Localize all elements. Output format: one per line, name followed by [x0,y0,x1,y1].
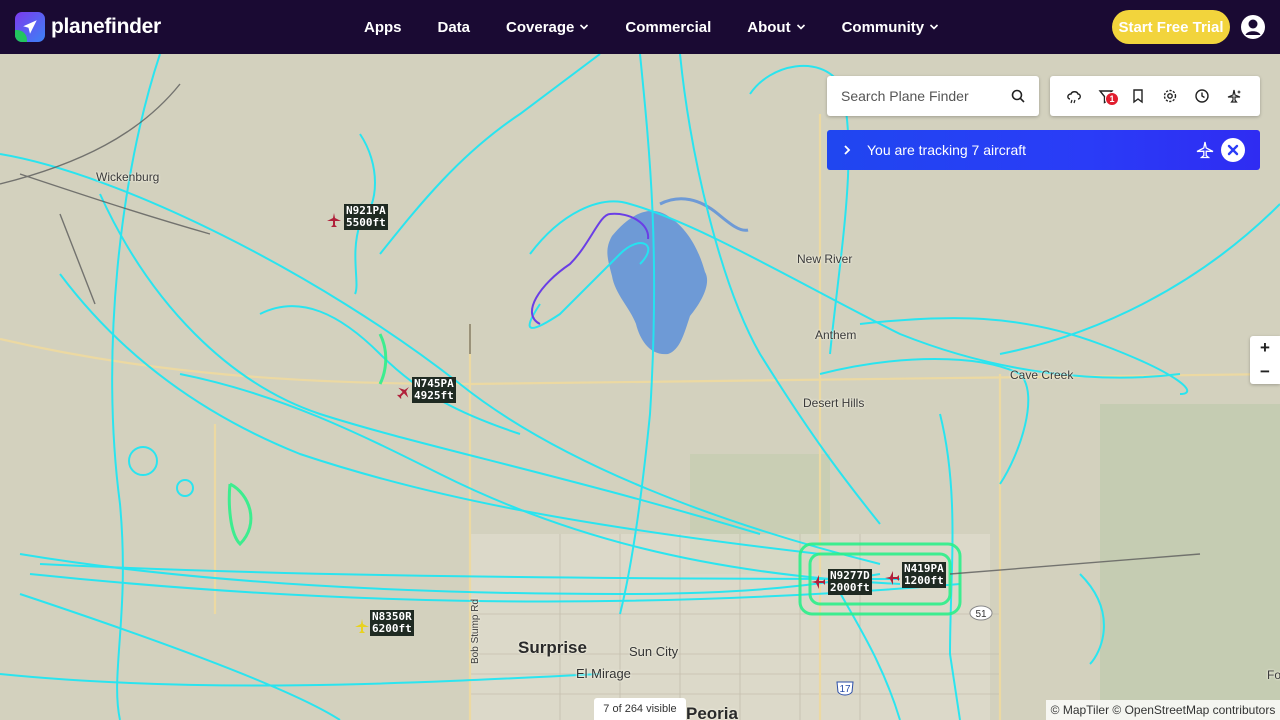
chevron-down-icon [796,24,805,30]
brand-logo[interactable]: planefinder [15,12,161,42]
search-icon[interactable] [1011,89,1025,103]
nav-item-data[interactable]: Data [438,19,471,36]
lake-shape [607,210,708,355]
nav-item-about[interactable]: About [747,19,805,36]
place-label: Cave Creek [1010,368,1074,382]
zoom-control: + − [1250,336,1280,384]
nav-item-coverage[interactable]: Coverage [506,19,589,36]
chevron-right-icon[interactable] [841,144,853,156]
aircraft-icon[interactable] [810,574,826,590]
nav-item-apps[interactable]: Apps [364,19,402,36]
user-account-icon[interactable] [1240,14,1266,40]
place-label: Surprise [518,638,587,657]
flight-sparkle-icon[interactable] [1226,88,1242,104]
map-attribution[interactable]: © MapTiler © OpenStreetMap contributors [1046,700,1280,720]
planefinder-logo-icon [15,12,45,42]
filter-count-badge: 1 [1105,92,1119,106]
bookmark-icon[interactable] [1130,88,1146,104]
aircraft-label[interactable]: N921PA 5500ft [344,204,388,230]
visible-aircraft-count: 7 of 264 visible [594,698,686,720]
aircraft-label[interactable]: N419PA 1200ft [902,562,946,588]
search-input[interactable] [841,88,1001,104]
top-navbar: planefinder Apps Data Coverage Commercia… [0,0,1280,54]
zoom-out-button[interactable]: − [1250,360,1280,384]
place-label: Peoria [686,704,738,720]
chevron-down-icon [930,24,939,30]
aircraft-icon[interactable] [326,212,342,228]
aircraft-label[interactable]: N8350R 6200ft [370,610,414,636]
route-shield-51: 51 [969,605,993,621]
svg-text:51: 51 [975,609,987,620]
aircraft-icon[interactable] [884,570,900,586]
place-label: Wickenburg [96,170,160,184]
place-label: Anthem [815,328,857,342]
nav-item-commercial[interactable]: Commercial [625,19,711,36]
aircraft-label[interactable]: N745PA 4925ft [412,377,456,403]
aircraft-label[interactable]: N9277D 2000ft [828,569,872,595]
svg-text:17: 17 [839,684,851,695]
close-icon [1227,144,1239,156]
map-toolbar [1050,76,1260,116]
chevron-down-icon [580,24,589,30]
start-free-trial-button[interactable]: Start Free Trial [1112,10,1230,44]
history-icon[interactable] [1194,88,1210,104]
search-box [827,76,1039,116]
place-label: Desert Hills [803,396,865,410]
place-label: Sun City [629,644,679,659]
place-label: New River [797,252,853,266]
close-tracking-button[interactable] [1221,138,1245,162]
place-label: El Mirage [576,666,631,681]
road-label: Bob Stump Rd [470,598,481,664]
zoom-in-button[interactable]: + [1250,336,1280,360]
settings-icon[interactable] [1162,88,1178,104]
tracked-plane-icon [1196,141,1214,159]
nav-item-community[interactable]: Community [842,19,940,36]
weather-icon[interactable] [1066,88,1082,104]
tracking-banner[interactable]: You are tracking 7 aircraft [827,130,1260,170]
main-menu: Apps Data Coverage Commercial About Comm… [364,0,975,54]
route-shield-17: 17 [836,681,854,696]
tracking-text: You are tracking 7 aircraft [867,142,1027,158]
brand-name: planefinder [51,15,161,38]
place-label: Fo [1267,668,1280,682]
aircraft-icon[interactable] [354,618,370,634]
